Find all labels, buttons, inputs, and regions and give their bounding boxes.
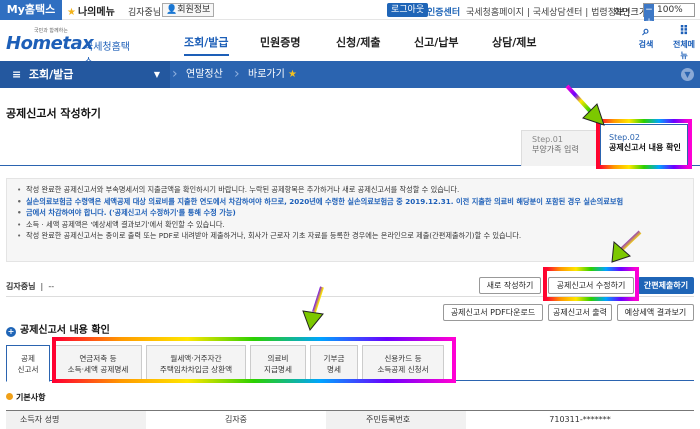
arrow-icon	[611, 230, 642, 263]
arrow-icon	[302, 286, 324, 331]
arrow-icon	[565, 84, 605, 126]
annotation-arrows	[302, 84, 642, 331]
